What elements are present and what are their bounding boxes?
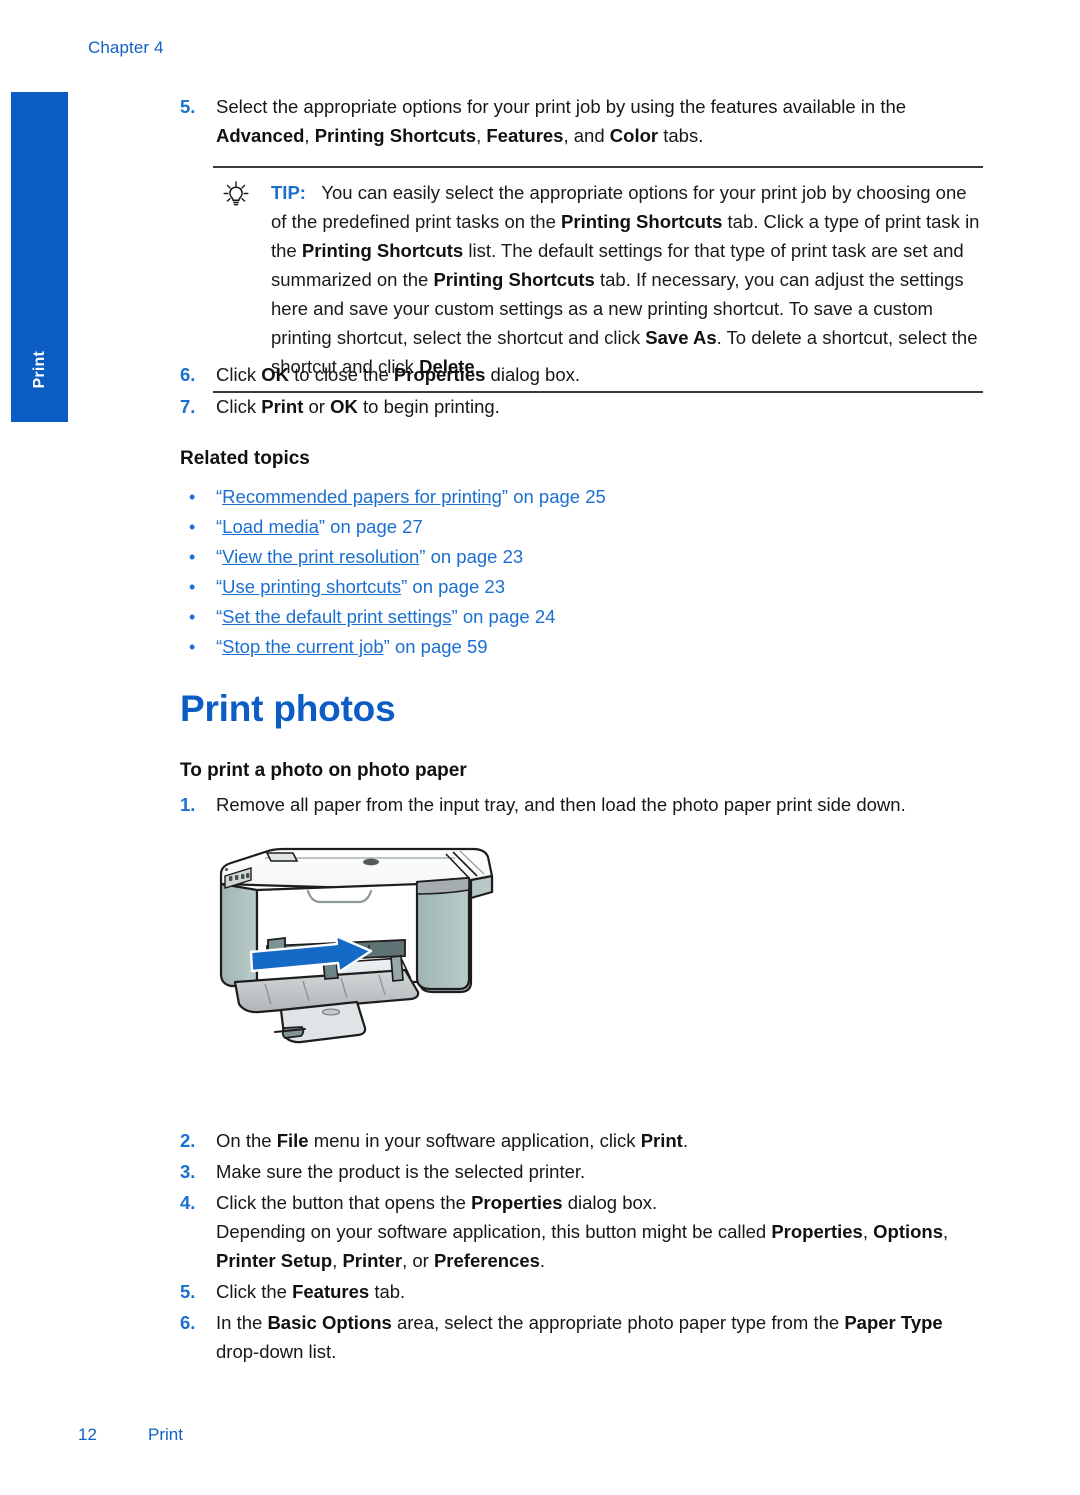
list-text: Make sure the product is the selected pr… <box>216 1161 586 1182</box>
list-item: 1. Remove all paper from the input tray,… <box>180 790 990 819</box>
list-item: 2. On the File menu in your software appl… <box>180 1126 990 1155</box>
list-text: On the File menu in your software applic… <box>216 1130 688 1151</box>
related-topics-heading: Related topics <box>180 448 310 469</box>
bullet-icon: • <box>189 577 196 597</box>
list-item: 6. In the Basic Options area, select the … <box>180 1308 990 1366</box>
bullet-icon: • <box>189 517 196 537</box>
list-text: Click the button that opens the Properti… <box>216 1192 949 1271</box>
list-item: 3. Make sure the product is the selected … <box>180 1157 990 1186</box>
footer-section-label: Print <box>148 1425 183 1444</box>
related-topic-link[interactable]: Use printing shortcuts <box>222 576 401 597</box>
tip-note: TIP: You can easily select the appropria… <box>213 166 983 393</box>
list-number: 7. <box>180 396 196 417</box>
related-topic-link[interactable]: View the print resolution <box>222 546 419 567</box>
list-text: In the Basic Options area, select the ap… <box>216 1312 943 1362</box>
steps-list: 2. On the File menu in your software appl… <box>180 1126 990 1366</box>
related-topic-page: on page 59 <box>389 636 488 657</box>
subsection-title: To print a photo on photo paper <box>180 760 467 781</box>
related-topic-page: on page 23 <box>425 546 524 567</box>
bullet-icon: • <box>189 637 196 657</box>
list-number: 2. <box>180 1130 196 1151</box>
lightbulb-icon <box>221 180 251 210</box>
side-tab-label: Print <box>30 351 48 389</box>
tip-keyword: TIP: <box>271 182 306 203</box>
related-topic-page: on page 24 <box>457 606 556 627</box>
list-number: 5. <box>180 1281 196 1302</box>
list-number: 6. <box>180 364 196 385</box>
list-text: Remove all paper from the input tray, an… <box>216 794 906 815</box>
related-topic-item[interactable]: • “Recommended papers for printing” on pa… <box>180 482 985 512</box>
list-item: 6. Click OK to close the Properties dial… <box>180 360 985 389</box>
related-topic-item[interactable]: • “Load media” on page 27 <box>180 512 985 542</box>
list-text: Click the Features tab. <box>216 1281 406 1302</box>
bullet-icon: • <box>189 487 196 507</box>
tip-note-body: TIP: You can easily select the appropria… <box>213 178 983 381</box>
bullet-icon: • <box>189 607 196 627</box>
list-item: 5. Click the Features tab. <box>180 1277 990 1306</box>
side-tab-label-wrap: Print <box>11 330 68 410</box>
related-topic-link[interactable]: Stop the current job <box>222 636 383 657</box>
related-topic-page: on page 23 <box>407 576 505 597</box>
footer-page-number: 12 <box>78 1425 97 1444</box>
page-title: Print photos <box>180 688 396 729</box>
related-topic-item[interactable]: • “Set the default print settings” on pag… <box>180 602 985 632</box>
related-topic-item[interactable]: • “Use printing shortcuts” on page 23 <box>180 572 985 602</box>
list-number: 5. <box>180 96 196 117</box>
list-item: 5. Select the appropriate options for yo… <box>180 92 985 150</box>
chapter-header: Chapter 4 <box>88 38 164 57</box>
list-text: Click OK to close the Properties dialog … <box>216 364 581 385</box>
list-item: 4. Click the button that opens the Proper… <box>180 1188 990 1275</box>
list-number: 3. <box>180 1161 196 1182</box>
related-topic-link[interactable]: Recommended papers for printing <box>222 486 502 507</box>
related-topic-link[interactable]: Load media <box>222 516 319 537</box>
printer-illustration <box>205 832 515 1097</box>
list-number: 4. <box>180 1192 196 1213</box>
list-text: Click Print or OK to begin printing. <box>216 396 500 417</box>
related-topic-page: on page 25 <box>508 486 606 507</box>
related-topic-item[interactable]: • “View the print resolution” on page 23 <box>180 542 985 572</box>
list-number: 6. <box>180 1312 196 1333</box>
list-number: 1. <box>180 794 196 815</box>
tip-text: You can easily select the appropriate op… <box>271 182 980 377</box>
related-topics-list: • “Recommended papers for printing” on pa… <box>180 482 985 662</box>
list-item: 7. Click Print or OK to begin printing. <box>180 392 985 421</box>
related-topic-item[interactable]: • “Stop the current job” on page 59 <box>180 632 985 662</box>
related-topic-link[interactable]: Set the default print settings <box>222 606 451 627</box>
list-text: Select the appropriate options for your … <box>216 96 907 146</box>
bullet-icon: • <box>189 547 196 567</box>
related-topic-page: on page 27 <box>325 516 423 537</box>
